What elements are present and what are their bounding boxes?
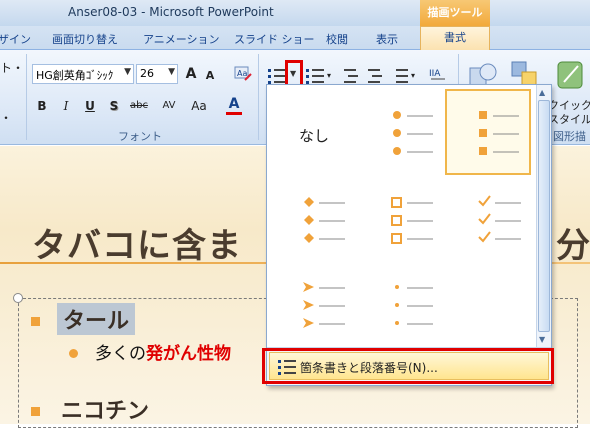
font-name-combo[interactable]: HG創英角ｺﾞｼｯｸ ▼ [32, 64, 134, 84]
svg-text:IIA: IIA [429, 69, 441, 79]
quick-styles-button[interactable] [552, 58, 590, 92]
bullet-style-diamond[interactable] [271, 177, 357, 263]
bullet-item-tar[interactable]: タール [57, 303, 136, 335]
title-bar: Anser08-03 - Microsoft PowerPoint 描画ツール [0, 0, 590, 26]
scroll-up-icon[interactable]: ▲ [539, 88, 545, 97]
chevron-down-icon: ▼ [124, 67, 131, 77]
gallery-scrollbar[interactable]: ▲ ▼ [536, 85, 551, 347]
bullet-style-filled-square[interactable] [445, 89, 531, 175]
square-bullet-icon [31, 317, 40, 326]
font-size-combo[interactable]: 26 ▼ [136, 64, 178, 84]
bullet-style-filled-round[interactable] [359, 89, 445, 175]
paint-brush-icon [557, 61, 583, 89]
scroll-thumb[interactable] [538, 100, 550, 332]
font-color-label: A [228, 96, 240, 112]
clear-formatting-icon: Aa [234, 66, 252, 81]
strikethrough-button[interactable]: abc [128, 96, 150, 116]
character-spacing-button[interactable]: AV [156, 96, 182, 116]
font-group-label: フォント [118, 130, 162, 143]
bullet-none-label: なし [299, 127, 330, 145]
tab-slideshow[interactable]: スライド ショー [234, 31, 315, 47]
tab-format[interactable]: 書式 [420, 26, 490, 50]
bullet-item-subtext[interactable]: 多くの発がん性物 [95, 339, 231, 364]
tab-transitions[interactable]: 画面切り替え [52, 31, 118, 47]
clipped-button-2[interactable]: ・ [0, 108, 20, 128]
chevron-down-icon: ▼ [290, 69, 297, 78]
context-tab-title: 描画ツール [420, 0, 490, 26]
tab-design[interactable]: ザイン [0, 31, 31, 47]
change-case-button[interactable]: Aa [186, 96, 212, 116]
text-direction-icon[interactable]: IIA [428, 62, 446, 84]
tab-view[interactable]: 表示 [376, 31, 398, 47]
font-size-value: 26 [140, 67, 154, 80]
svg-text:Aa: Aa [237, 69, 247, 78]
grow-font-button[interactable]: A [182, 64, 200, 84]
window-title: Anser08-03 - Microsoft PowerPoint [68, 5, 274, 19]
shrink-font-button[interactable]: A [202, 66, 218, 86]
increase-indent-icon[interactable] [364, 68, 382, 84]
chevron-down-icon[interactable]: ▾ [324, 66, 334, 86]
font-color-swatch [226, 112, 242, 115]
subtext-normal: 多くの [95, 344, 146, 364]
tab-animations[interactable]: アニメーション [143, 31, 220, 47]
bullet-style-small-dot[interactable] [359, 261, 445, 347]
scroll-down-icon[interactable]: ▼ [539, 335, 545, 344]
square-bullet-icon [31, 407, 40, 416]
group-separator [258, 54, 259, 140]
ribbon-tabs: ザイン 画面切り替え アニメーション スライド ショー 校閲 表示 書式 [0, 26, 590, 50]
bullet-style-arrow[interactable] [271, 261, 357, 347]
bullet-style-none[interactable]: なし [271, 89, 357, 175]
bold-button[interactable]: B [34, 96, 50, 116]
tab-review[interactable]: 校閲 [326, 31, 348, 47]
underline-button[interactable]: U [82, 96, 98, 116]
drawing-group-label: 図形描 [553, 130, 586, 143]
chevron-down-icon: ▼ [168, 67, 175, 77]
resize-handle[interactable] [13, 293, 23, 303]
decrease-indent-icon[interactable] [340, 68, 358, 84]
clear-formatting-button[interactable]: Aa [232, 64, 254, 84]
slide-title-tail[interactable]: 分 [556, 218, 590, 267]
bullet-style-hollow-square[interactable] [359, 177, 445, 263]
italic-button[interactable]: I [58, 96, 74, 116]
chevron-down-icon[interactable]: ▾ [408, 66, 418, 86]
bullets-icon[interactable] [268, 68, 286, 84]
font-color-button[interactable]: A [222, 94, 246, 116]
menu-item-highlight [262, 348, 554, 384]
bullet-style-checkmark[interactable] [447, 177, 533, 263]
group-separator [26, 54, 27, 140]
quick-styles-label-2: スタイル ▾ [548, 113, 590, 126]
round-bullet-icon [69, 349, 78, 358]
font-name-value: HG創英角ｺﾞｼｯｸ [36, 69, 114, 82]
numbering-icon[interactable] [306, 68, 324, 84]
clipped-button-1[interactable]: ト・ [0, 58, 24, 78]
shadow-button[interactable]: S [106, 96, 122, 116]
line-spacing-icon[interactable] [390, 68, 408, 84]
bullets-gallery: なし ▲ ▼ 箇条書きと段落番号(N)... [266, 84, 552, 386]
subtext-red: 発がん性物 [146, 344, 231, 364]
bullet-item-nicotine[interactable]: ニコチン [61, 393, 149, 425]
slide-title[interactable]: タバコに含ま [32, 218, 242, 267]
